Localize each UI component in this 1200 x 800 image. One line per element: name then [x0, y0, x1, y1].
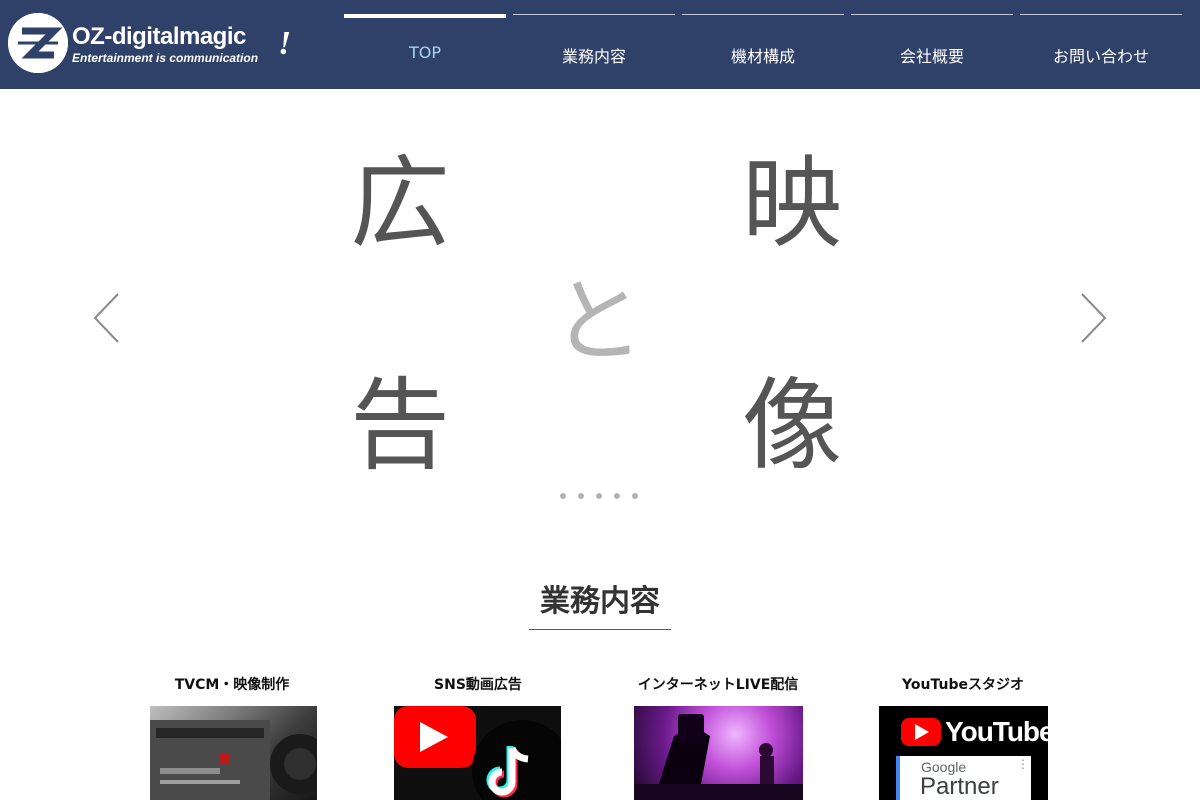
video-equipment-image: [150, 720, 317, 800]
slider-prev-button[interactable]: [92, 291, 122, 345]
slider-dot[interactable]: [596, 493, 602, 499]
services-title: 業務内容: [540, 584, 660, 619]
hero-char: 映: [742, 145, 842, 262]
brand-name: OZ-digitalmagic: [72, 23, 246, 50]
chevron-left-icon: [93, 293, 119, 343]
service-title-sns[interactable]: SNS動画広告: [358, 674, 598, 694]
nav-item-company[interactable]: 会社概要: [851, 14, 1013, 89]
service-title-live[interactable]: インターネットLIVE配信: [598, 674, 838, 694]
chevron-right-icon: [1081, 293, 1107, 343]
more-vert-icon: ⋮: [1017, 757, 1029, 771]
slider-next-button[interactable]: [1078, 291, 1108, 345]
logo-mark-icon: [8, 13, 68, 73]
nav-label: 業務内容: [561, 47, 626, 66]
nav-item-contact[interactable]: お問い合わせ: [1020, 14, 1182, 89]
youtube-wordmark: YouTube: [945, 716, 1048, 747]
partner-label: Partner: [920, 773, 999, 800]
nav-label: TOP: [408, 43, 441, 62]
slider-dot[interactable]: [560, 493, 566, 499]
site-header: OZ-digitalmagic Entertainment is communi…: [0, 0, 1200, 89]
slider-dot[interactable]: [578, 493, 584, 499]
nav-label: 会社概要: [899, 47, 964, 66]
nav-label: お問い合わせ: [1052, 47, 1149, 66]
brand-exclaim: !: [278, 25, 292, 62]
service-title-youtube-studio[interactable]: YouTubeスタジオ: [843, 674, 1083, 694]
concert-image: [634, 714, 803, 800]
hero-slider: 広 映 と 告 像: [0, 89, 1200, 529]
youtube-tiktok-image: [394, 706, 561, 800]
brand-tagline: Entertainment is communication: [72, 51, 259, 65]
service-image-youtube-studio[interactable]: YouTube Google Partner ⋮: [879, 706, 1048, 800]
services-title-underline: [529, 629, 671, 630]
service-title-tvcm[interactable]: TVCM・映像制作: [112, 674, 352, 694]
main-nav: TOP 業務内容 機材構成 会社概要 お問い合わせ: [344, 14, 1182, 89]
hero-char: と: [552, 268, 645, 375]
site-logo[interactable]: OZ-digitalmagic Entertainment is communi…: [8, 13, 298, 75]
slider-dot[interactable]: [632, 493, 638, 499]
nav-item-equipment[interactable]: 機材構成: [682, 14, 844, 89]
nav-item-top[interactable]: TOP: [344, 14, 506, 89]
slider-dots: [560, 493, 638, 499]
service-image-sns[interactable]: [394, 706, 561, 800]
slider-dot[interactable]: [614, 493, 620, 499]
nav-label: 機材構成: [730, 47, 795, 66]
hero-char: 広: [350, 145, 450, 262]
service-image-live[interactable]: [634, 706, 803, 800]
hero-char: 告: [350, 367, 450, 484]
hero-char: 像: [742, 367, 842, 484]
nav-item-services[interactable]: 業務内容: [513, 14, 675, 89]
service-image-tvcm[interactable]: [150, 706, 317, 800]
